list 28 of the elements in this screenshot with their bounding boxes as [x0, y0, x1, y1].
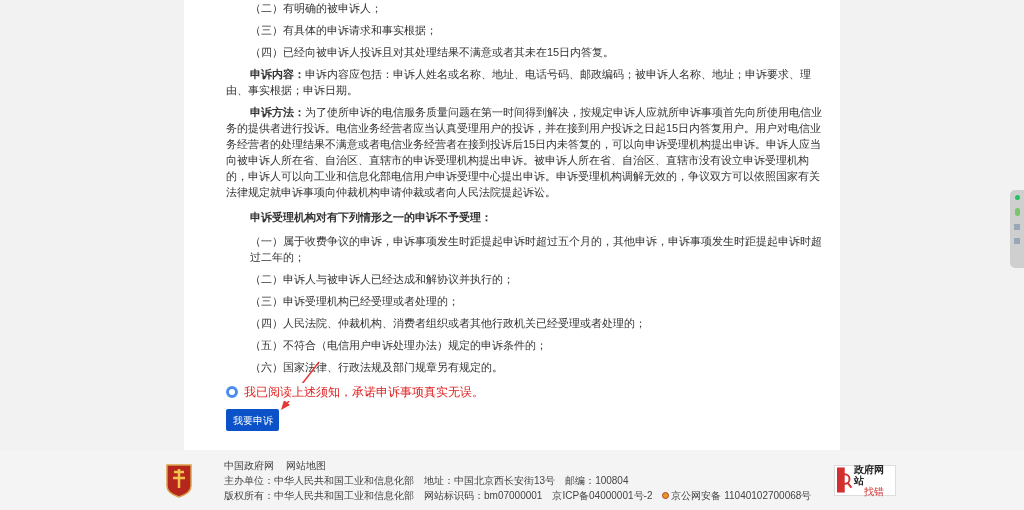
footer-link[interactable]: 网站地图 [286, 458, 326, 472]
notice-paragraph: 申诉方法：为了使所申诉的电信服务质量问题在第一时间得到解决，按规定申诉人应就所申诉事项首先向所使用电信业务的提供者进行投诉。电信业务经营者应当认真受理用户的投诉，并在接到用户投诉之日起15日内答复用户。用户对电信业务经营者的处理结果不满意或者电信业务经营者在接到投诉后15日内未答复的，可以向申诉受理机构提出申诉。申诉人应当向被申诉人所在省、自治区、直辖市的申诉受理机构提出申诉。被申诉人所在省、自治区、直辖市没有设立申诉受理机构的，申诉人可以向工业和信息化部电信用户申诉受理中心提出申诉。申诉受理机构调解无效的，争议双方可以依照国家有关法律规定就申诉事项向仲裁机构申请仲裁或者向人民法院提起诉讼。 [226, 105, 823, 200]
magnifier-icon [837, 467, 853, 493]
submit-button[interactable]: 我要申诉 [226, 409, 279, 431]
agreement-radio[interactable] [226, 386, 238, 398]
badge-title: 政府网站 [854, 463, 886, 486]
notice-item: （一）属于收费争议的申诉，申诉事项发生时距提起申诉时超过五个月的，其他申诉，申诉事项发生时距提起申诉时超过二年的； [249, 234, 823, 265]
notice-item: （二）申诉人与被申诉人已经达成和解协议并执行的； [249, 272, 515, 287]
footer-text: 地址：中国北京西长安街13号 [424, 473, 556, 487]
notice-paragraph: 申诉内容：申诉内容应包括：申诉人姓名或名称、地址、电话号码、邮政编码；被申诉人名称、地址；申诉要求、理由、事实根据；申诉日期。 [226, 67, 812, 98]
footer-text: 网站标识码：bm07000001 [424, 488, 543, 502]
error-report-badge[interactable]: 政府网站 找错 [834, 464, 896, 496]
emblem-logo [164, 462, 194, 498]
notice-item: （四）已经向被申诉人投诉且对其处理结果不满意或者其未在15日内答复。 [249, 45, 616, 60]
notice-item: （五）不符合（电信用户申诉处理办法）规定的申诉条件的； [249, 338, 548, 353]
badge-subtitle: 找错 [863, 485, 884, 497]
footer-text: 邮编：100804 [565, 473, 629, 487]
notice-item: （二）有明确的被申诉人； [249, 1, 383, 16]
footer-text: 京公网安备 11040102700068号 [671, 488, 812, 502]
notice-item: （四）人民法院、仲裁机构、消费者组织或者其他行政机关已经受理或者处理的； [249, 316, 647, 331]
notice-item: （三）申诉受理机构已经受理或者处理的； [249, 294, 460, 309]
footer-text: 版权所有：中华人民共和国工业和信息化部 [224, 488, 414, 502]
footer-text: 主办单位：中华人民共和国工业和信息化部 [224, 473, 414, 487]
notice-heading: 申诉受理机构对有下列情形之一的申诉不予受理： [249, 210, 493, 225]
footer-link[interactable]: 中国政府网 [224, 458, 274, 472]
notice-item: （三）有具体的申诉请求和事实根据； [249, 23, 438, 38]
police-emblem-icon [662, 491, 670, 499]
footer-text: 京ICP备04000001号-2 [552, 488, 653, 502]
